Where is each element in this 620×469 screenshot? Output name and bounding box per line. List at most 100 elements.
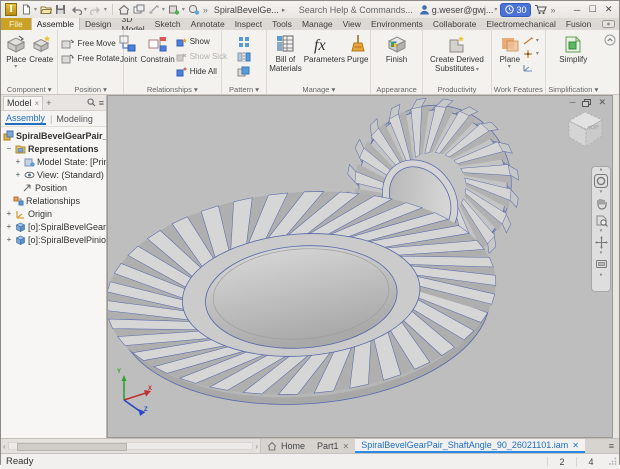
browser-tab-close-icon[interactable]: ×: [35, 99, 40, 108]
expand-toggle[interactable]: −: [5, 144, 13, 153]
browser-search-icon[interactable]: [87, 98, 96, 107]
save-icon[interactable]: [55, 3, 67, 16]
group-label-manage[interactable]: Manage ▾: [267, 85, 370, 94]
create-button[interactable]: Create: [28, 32, 54, 83]
scrollbar-track[interactable]: [8, 442, 254, 450]
tab-3d-model[interactable]: 3D Model: [117, 18, 150, 30]
bill-of-materials-button[interactable]: Bill of Materials: [268, 32, 302, 83]
point-button[interactable]: ▾: [522, 47, 539, 60]
tab-list-menu-icon[interactable]: ≡: [604, 439, 619, 453]
ucs-button[interactable]: [522, 60, 534, 73]
toolbar-overflow-icon[interactable]: »: [203, 5, 208, 15]
free-rotate-button[interactable]: Free Rotate: [61, 51, 119, 66]
appearance-icon[interactable]: [188, 3, 200, 16]
create-derived-substitutes-button[interactable]: Create Derived Substitutes ▾: [429, 32, 485, 83]
titlebar-overflow-icon[interactable]: »: [550, 5, 555, 15]
hide-all-button[interactable]: Hide All: [176, 64, 227, 79]
tree-item-pinion-part[interactable]: + [o]:SpiralBevelPinion_: [1, 233, 106, 246]
pan-hand-icon[interactable]: [595, 195, 608, 211]
browser-tab-model[interactable]: Model×: [3, 96, 43, 110]
tab-fusion[interactable]: Fusion: [561, 18, 597, 30]
view-cube[interactable]: TOP: [558, 104, 612, 156]
scrollbar-thumb[interactable]: [17, 443, 127, 451]
parameters-button[interactable]: fx Parameters: [303, 32, 346, 83]
doc-tab-part1[interactable]: Part1 ✕: [311, 439, 355, 453]
zoom-icon[interactable]: [595, 212, 608, 228]
browser-menu-icon[interactable]: ≡: [99, 98, 104, 108]
tree-item-gear-part[interactable]: + [o]:SpiralBevelGear_S: [1, 220, 106, 233]
user-account[interactable]: g.weser@gwj... ▾: [419, 4, 498, 15]
simplify-button[interactable]: Simplify: [558, 32, 588, 83]
group-label-component[interactable]: Component ▾: [1, 85, 57, 94]
group-label-position[interactable]: Position ▾: [58, 85, 122, 94]
tree-item-position[interactable]: Position: [1, 181, 106, 194]
tab-file[interactable]: File: [1, 18, 31, 30]
zoom-caret-icon[interactable]: ▼: [599, 229, 603, 233]
switch-windows-icon[interactable]: [133, 3, 145, 16]
material-caret-icon[interactable]: ▾: [182, 6, 185, 13]
tab-assemble[interactable]: Assemble: [31, 18, 80, 30]
tab-inspect[interactable]: Inspect: [230, 18, 267, 30]
group-label-relationships[interactable]: Relationships ▾: [124, 85, 221, 94]
tree-item-representations[interactable]: − Representations: [1, 142, 106, 155]
doc-tab-active-assembly[interactable]: SpiralBevelGearPair_ShaftAngle_90_260211…: [355, 439, 585, 453]
expand-toggle[interactable]: +: [5, 209, 13, 218]
subtab-assembly[interactable]: Assembly: [5, 113, 46, 125]
navbar-handle-icon[interactable]: ●: [599, 168, 602, 172]
close-button[interactable]: ✕: [602, 4, 615, 15]
tab-electromechanical[interactable]: Electromechanical: [481, 18, 560, 30]
browser-scrollbar[interactable]: ‹ ›: [1, 439, 261, 453]
maximize-button[interactable]: ☐: [586, 4, 599, 15]
constrain-button[interactable]: Constrain: [139, 32, 175, 83]
navwheel-caret-icon[interactable]: ▼: [599, 190, 603, 194]
close-tab-icon[interactable]: ✕: [572, 441, 579, 450]
ribbon-collapse-button[interactable]: [601, 30, 619, 94]
tree-item-view[interactable]: + View: (Standard): [1, 168, 106, 181]
group-label-simplification[interactable]: Simplification ▾: [546, 85, 601, 94]
look-at-icon[interactable]: [595, 256, 608, 272]
orbit-icon[interactable]: [595, 234, 608, 250]
viewport-3d[interactable]: ─ ✕ TOP ● ▼ ▼ ▼: [107, 95, 613, 438]
tab-manage[interactable]: Manage: [297, 18, 338, 30]
tree-item-origin[interactable]: + Origin: [1, 207, 106, 220]
resize-grip[interactable]: [605, 457, 619, 467]
tab-annotate[interactable]: Annotate: [186, 18, 230, 30]
close-tab-icon[interactable]: ✕: [343, 442, 350, 451]
tab-tools[interactable]: Tools: [267, 18, 297, 30]
expand-toggle[interactable]: +: [14, 170, 22, 179]
expand-toggle[interactable]: +: [5, 222, 13, 231]
measure-icon[interactable]: [148, 3, 160, 16]
cart-icon[interactable]: [534, 3, 547, 16]
finish-button[interactable]: Finish: [385, 32, 409, 83]
expand-toggle[interactable]: +: [14, 157, 22, 166]
scroll-right-icon[interactable]: ›: [255, 442, 258, 451]
orbit-caret-icon[interactable]: ▼: [599, 251, 603, 255]
subtab-modeling[interactable]: Modeling: [56, 114, 93, 124]
inventor-logo-icon[interactable]: I: [5, 3, 17, 16]
copy-button[interactable]: [237, 64, 251, 79]
purge-button[interactable]: Purge: [346, 32, 369, 83]
minimize-button[interactable]: ─: [571, 5, 584, 15]
show-button[interactable]: Show: [176, 34, 227, 49]
spiral-bevel-gear-model[interactable]: [108, 96, 612, 437]
joint-button[interactable]: Joint: [117, 32, 139, 83]
open-file-icon[interactable]: [40, 3, 52, 16]
browser-add-tab-icon[interactable]: +: [46, 98, 51, 108]
tree-item-model-state[interactable]: + Model State: [Prim: [1, 155, 106, 168]
mirror-button[interactable]: [237, 49, 251, 64]
tab-design[interactable]: Design: [80, 18, 116, 30]
search-input[interactable]: Search Help & Commands...: [299, 5, 413, 15]
home-icon[interactable]: [118, 3, 130, 16]
tab-view[interactable]: View: [338, 18, 366, 30]
tab-environments[interactable]: Environments: [366, 18, 428, 30]
place-button[interactable]: Place ▾: [4, 32, 28, 83]
free-move-button[interactable]: Free Move: [61, 36, 119, 51]
undo-caret-icon[interactable]: ▾: [84, 6, 87, 13]
trial-days-badge[interactable]: 30: [500, 3, 531, 17]
expand-toggle[interactable]: +: [5, 235, 13, 244]
pattern-button[interactable]: [237, 34, 251, 49]
tab-sketch[interactable]: Sketch: [150, 18, 186, 30]
axis-button[interactable]: ▾: [522, 34, 539, 47]
new-file-caret-icon[interactable]: ▾: [34, 6, 37, 13]
scroll-left-icon[interactable]: ‹: [3, 442, 6, 451]
